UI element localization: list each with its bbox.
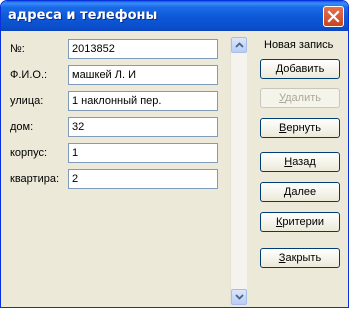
criteria-label: ритерии bbox=[282, 216, 325, 228]
add-button[interactable]: Добавить bbox=[260, 59, 340, 79]
delete-button[interactable]: Удалить bbox=[260, 88, 340, 108]
back-mnemonic: Н bbox=[284, 156, 293, 168]
house-field[interactable]: 32 bbox=[68, 117, 218, 137]
record-status: Новая запись bbox=[264, 39, 334, 51]
close-label: акрыть bbox=[285, 252, 322, 264]
criteria-button[interactable]: Критерии bbox=[260, 212, 340, 232]
field-label-house: дом: bbox=[10, 121, 34, 133]
add-label: обавить bbox=[283, 63, 325, 75]
field-label-apartment: квартира: bbox=[10, 173, 60, 185]
field-label-name: Ф.И.О.: bbox=[10, 69, 48, 81]
close-icon bbox=[327, 10, 340, 23]
restore-label: ернуть bbox=[286, 122, 321, 134]
arrow-up-icon bbox=[235, 42, 244, 48]
scroll-down-button[interactable] bbox=[231, 289, 247, 305]
name-field[interactable]: машкей Л. И bbox=[68, 65, 218, 85]
back-label: азад bbox=[292, 156, 316, 168]
building-field[interactable]: 1 bbox=[68, 143, 218, 163]
close-button[interactable]: Закрыть bbox=[260, 248, 340, 268]
field-label-street: улица: bbox=[10, 95, 44, 107]
next-label: алее bbox=[291, 186, 317, 198]
data-form-dialog: адреса и телефоны №: 2013852 Ф.И.О.: маш… bbox=[0, 0, 349, 308]
form-body: №: 2013852 Ф.И.О.: машкей Л. И улица: 1 … bbox=[4, 31, 345, 305]
number-field[interactable]: 2013852 bbox=[68, 39, 218, 59]
close-window-button[interactable] bbox=[323, 6, 344, 27]
background-strip bbox=[0, 308, 351, 317]
apartment-field[interactable]: 2 bbox=[68, 169, 218, 189]
record-scrollbar[interactable] bbox=[230, 37, 247, 305]
window-title: адреса и телефоны bbox=[8, 8, 158, 23]
field-label-building: корпус: bbox=[10, 147, 48, 159]
title-bar[interactable]: адреса и телефоны bbox=[1, 1, 348, 31]
scroll-up-button[interactable] bbox=[231, 37, 247, 53]
street-field[interactable]: 1 наклонный пер. bbox=[68, 91, 218, 111]
delete-label: далить bbox=[285, 92, 321, 104]
next-button[interactable]: Далее bbox=[260, 182, 340, 202]
restore-button[interactable]: Вернуть bbox=[260, 118, 340, 138]
back-button[interactable]: Назад bbox=[260, 152, 340, 172]
field-label-number: №: bbox=[10, 43, 25, 55]
arrow-down-icon bbox=[235, 294, 244, 300]
